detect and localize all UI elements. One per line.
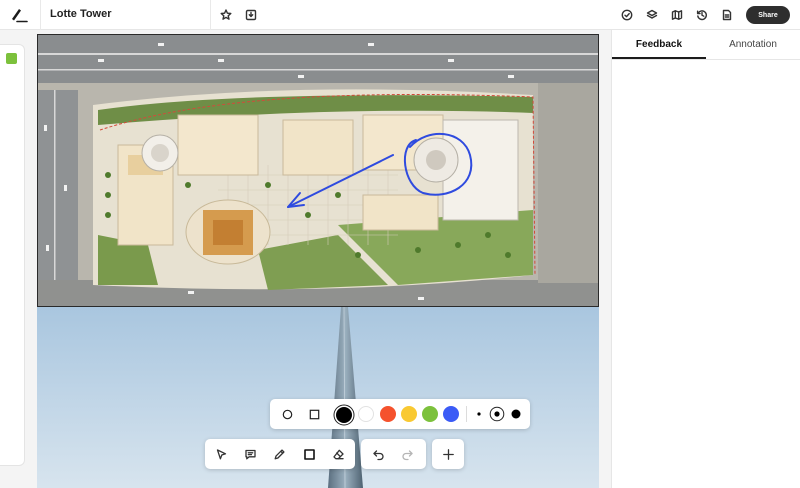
eraser-icon[interactable] — [330, 446, 346, 462]
select-icon[interactable] — [213, 446, 229, 462]
comment-icon[interactable] — [242, 446, 258, 462]
pen-icon[interactable] — [271, 446, 287, 462]
history-toolbar — [361, 439, 426, 469]
circle-shape-icon[interactable] — [279, 406, 295, 422]
stroke-small[interactable] — [471, 406, 487, 422]
color-white[interactable] — [358, 406, 374, 422]
map-icon[interactable] — [670, 8, 684, 22]
drawing-toolbar — [205, 439, 355, 469]
document-title[interactable]: Lotte Tower — [50, 8, 112, 20]
divider — [40, 0, 41, 30]
stroke-large[interactable] — [508, 406, 524, 422]
plus-icon[interactable] — [440, 446, 456, 462]
tab-feedback[interactable]: Feedback — [612, 30, 706, 59]
active-color-swatch[interactable] — [6, 53, 17, 64]
tab-divider — [612, 59, 800, 60]
stroke-medium-selected[interactable] — [489, 406, 505, 422]
history-icon[interactable] — [695, 8, 709, 22]
tab-annotation[interactable]: Annotation — [706, 30, 800, 59]
color-black-selected[interactable] — [333, 404, 355, 426]
color-yellow[interactable] — [401, 406, 417, 422]
site-plan-drawing — [38, 35, 598, 306]
style-palette — [270, 399, 530, 429]
undo-icon[interactable] — [370, 446, 386, 462]
color-blue[interactable] — [443, 406, 459, 422]
document-icon[interactable] — [720, 8, 734, 22]
color-green[interactable] — [422, 406, 438, 422]
import-icon[interactable] — [244, 8, 258, 22]
site-plan-image[interactable] — [37, 34, 599, 307]
left-rail — [0, 44, 25, 466]
check-circle-icon[interactable] — [620, 8, 634, 22]
divider — [466, 406, 467, 422]
divider — [210, 0, 211, 30]
right-panel: Feedback Annotation — [611, 30, 800, 488]
add-toolbar — [432, 439, 464, 469]
rectangle-icon[interactable] — [301, 446, 317, 462]
layers-icon[interactable] — [645, 8, 659, 22]
square-shape-icon[interactable] — [306, 406, 322, 422]
redo-icon[interactable] — [399, 446, 415, 462]
pen-signature-icon[interactable] — [10, 7, 28, 23]
color-red[interactable] — [380, 406, 396, 422]
active-tab-indicator — [612, 57, 706, 59]
star-icon[interactable] — [219, 8, 233, 22]
top-bar: Lotte Tower Share — [0, 0, 800, 30]
share-button[interactable]: Share — [746, 6, 790, 24]
